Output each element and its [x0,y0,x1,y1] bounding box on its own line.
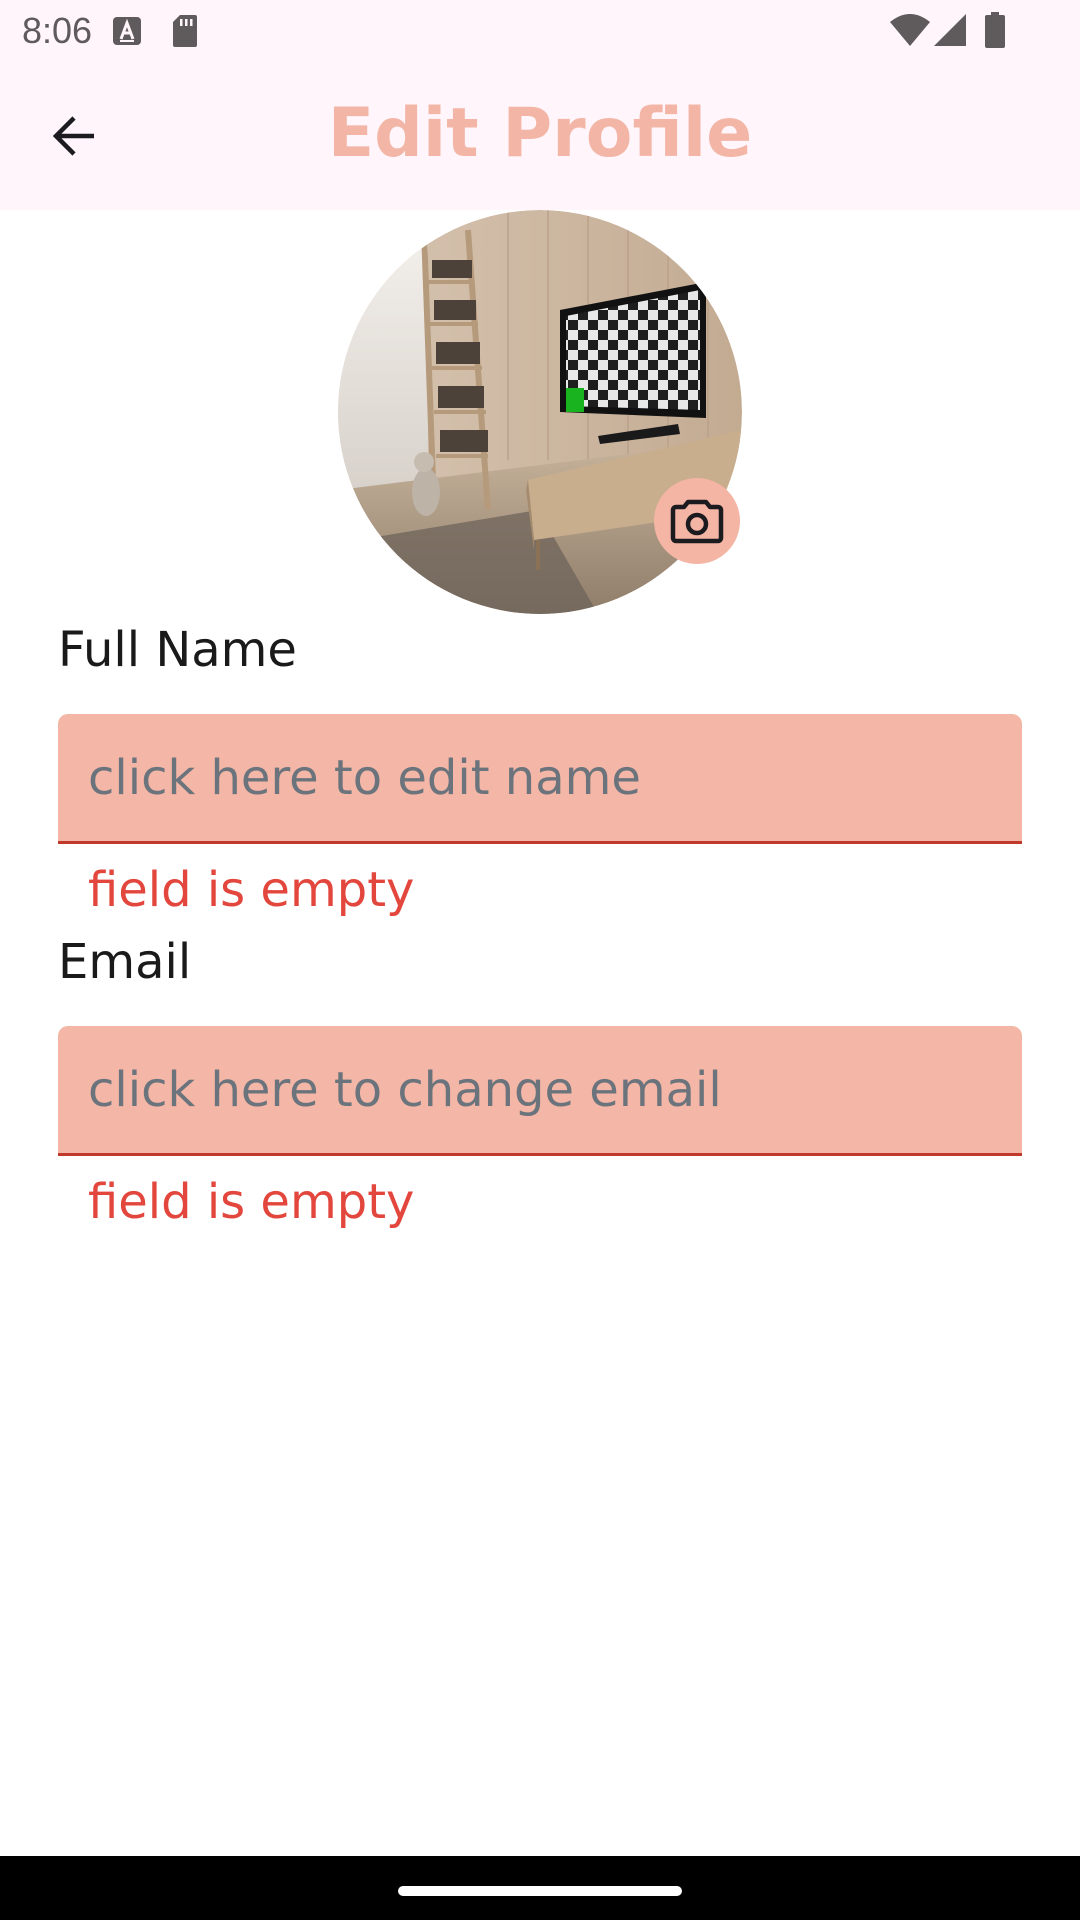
full-name-input[interactable] [88,714,988,841]
full-name-field[interactable] [58,714,1022,844]
battery-icon [985,12,1005,48]
email-error: field is empty [88,1174,415,1230]
home-gesture-handle[interactable] [398,1886,682,1896]
full-name-label: Full Name [58,622,297,678]
email-label: Email [58,934,192,990]
signal-icon [934,14,966,46]
status-time: 8:06 [22,10,93,51]
avatar-container [338,210,742,614]
sd-card-icon [173,15,197,47]
page-title: Edit Profile [327,94,753,173]
edit-profile-screen: 8:06 Edit Profile Full Name click here t… [0,0,1080,1920]
camera-icon [670,499,724,544]
wifi-icon [890,14,930,46]
system-navigation-bar [0,1856,1080,1920]
full-name-error: field is empty [88,862,415,918]
change-photo-button[interactable] [654,478,740,564]
email-input[interactable] [88,1026,988,1153]
app-bar: Edit Profile [0,62,1080,210]
a-notification-icon [113,17,141,45]
status-bar: 8:06 [0,0,1080,62]
email-field[interactable] [58,1026,1022,1156]
